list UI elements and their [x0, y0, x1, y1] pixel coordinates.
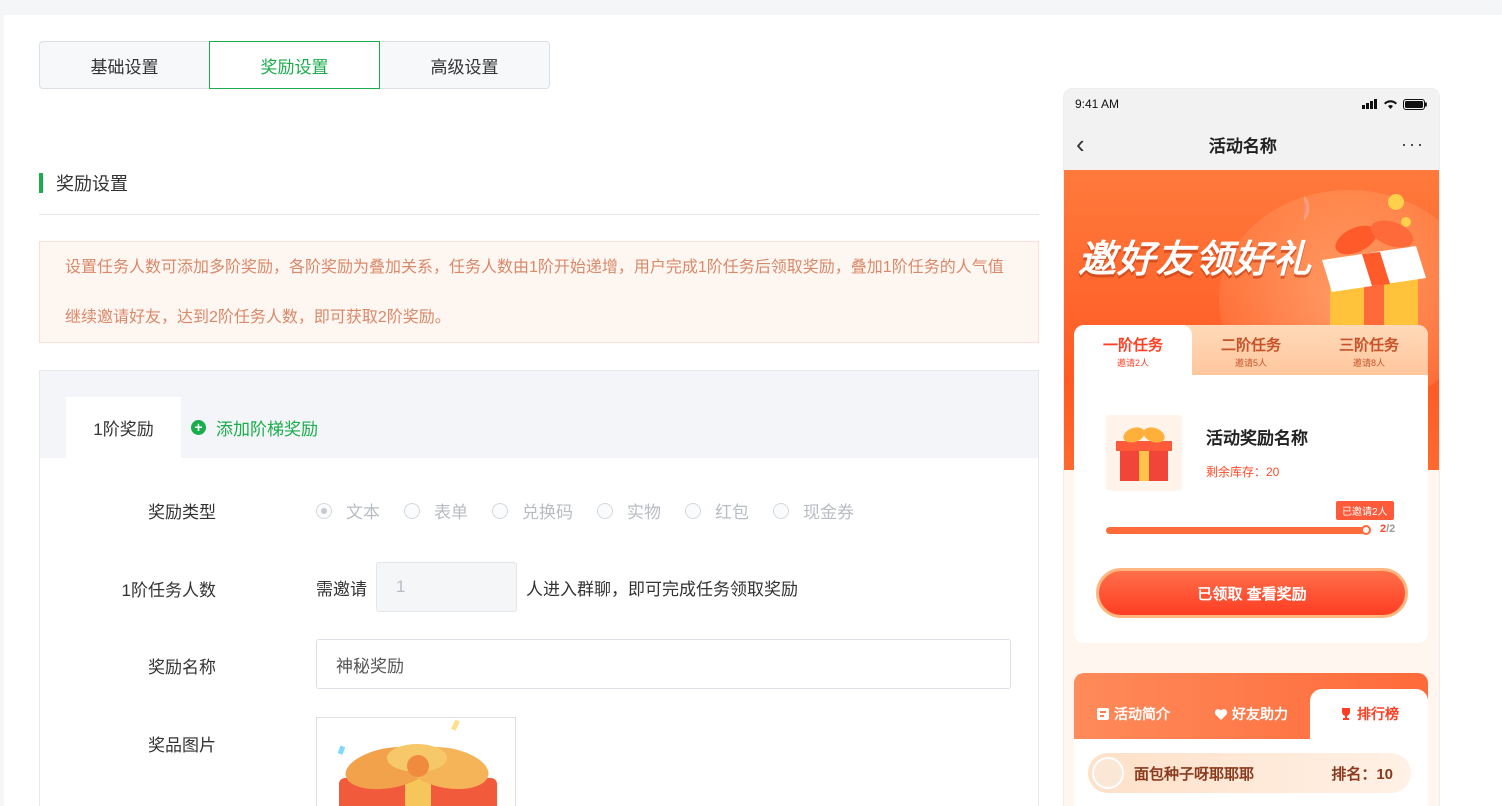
- info-tabs: 活动简介 好友助力 排行榜: [1074, 673, 1428, 739]
- invite-prefix: 需邀请: [316, 579, 367, 599]
- wifi-icon: [1384, 99, 1397, 109]
- invited-badge: 已邀请2人: [1336, 501, 1394, 520]
- invite-suffix: 人进入群聊，即可完成任务领取奖励: [526, 579, 798, 599]
- reward-type-label: 奖励类型: [148, 503, 216, 522]
- hero-title: 邀好友领好礼: [1078, 239, 1313, 281]
- radio-circle-icon: [492, 502, 508, 519]
- trophy-icon: [1342, 708, 1350, 720]
- reward-thumbnail: [1106, 415, 1182, 491]
- activity-title: 活动名称: [1208, 137, 1277, 156]
- level-tabs-bar: 1阶奖励 + 添加阶梯奖励: [40, 371, 1038, 458]
- progress-text: 2/2: [1380, 523, 1396, 535]
- reward-type-radio-group: 文本 表单 兑换码 实物 红包 现金券: [316, 498, 878, 523]
- view-reward-button[interactable]: 已领取 查看奖励: [1096, 568, 1408, 618]
- tab-leaderboard[interactable]: 排行榜: [1310, 689, 1428, 739]
- more-dots-icon[interactable]: ···: [1401, 134, 1425, 155]
- progress-dot: [1361, 525, 1371, 535]
- radio-redeem-code[interactable]: 兑换码: [492, 498, 573, 523]
- task-tab-1[interactable]: 一阶任务 邀请2人: [1074, 325, 1192, 375]
- radio-physical[interactable]: 实物: [597, 498, 661, 523]
- radio-cash-coupon[interactable]: 现金券: [773, 498, 854, 523]
- radio-circle-icon: [316, 502, 332, 519]
- stock-text: 剩余库存：20: [1206, 465, 1280, 479]
- radio-circle-icon: [597, 502, 613, 519]
- reward-name: 活动奖励名称: [1206, 429, 1308, 448]
- task-tab-3[interactable]: 三阶任务 邀请8人: [1310, 325, 1428, 375]
- prize-image-label: 奖品图片: [148, 736, 216, 755]
- rank-username: 面包种子呀耶耶耶: [1134, 765, 1255, 783]
- progress-bar: [1106, 525, 1371, 535]
- radio-circle-icon: [685, 502, 701, 519]
- radio-circle-icon: [773, 502, 789, 519]
- status-time: 9:41 AM: [1075, 97, 1120, 111]
- avatar: [1092, 757, 1124, 789]
- gift-box-illustration: [1304, 194, 1426, 332]
- tab-activity-intro[interactable]: 活动简介: [1074, 673, 1192, 739]
- radio-circle-icon: [404, 502, 420, 519]
- section-title-bar: [39, 173, 43, 193]
- heart-icon: [1214, 708, 1228, 720]
- section-title: 奖励设置: [39, 172, 128, 194]
- reward-name-input[interactable]: 神秘奖励: [316, 639, 1011, 689]
- info-card: 活动简介 好友助力 排行榜 面包种子呀耶耶耶 排名：10: [1074, 673, 1428, 806]
- section-divider: [39, 214, 1039, 215]
- task-card: 一阶任务 邀请2人 二阶任务 邀请5人 三阶任务 邀请8人 活动奖励名称 剩余库存：2…: [1074, 325, 1428, 643]
- reward-name-label: 奖励名称: [148, 658, 216, 677]
- invite-count-input[interactable]: 1: [376, 562, 517, 612]
- gift-image: [337, 719, 497, 806]
- plus-circle-icon: +: [191, 420, 206, 435]
- add-level-button[interactable]: + 添加阶梯奖励: [191, 415, 318, 440]
- gift-icon: [1116, 427, 1172, 481]
- level-tab-1[interactable]: 1阶奖励: [66, 397, 181, 458]
- signal-icon: [1362, 99, 1377, 109]
- tab-basic-settings[interactable]: 基础设置: [39, 41, 210, 89]
- notice-banner: 设置任务人数可添加多阶奖励，各阶奖励为叠加关系，任务人数由1阶开始递增，用户完成…: [39, 241, 1039, 343]
- tab-advanced-settings[interactable]: 高级设置: [379, 41, 550, 89]
- task-count-label: 1阶任务人数: [121, 581, 216, 600]
- radio-form[interactable]: 表单: [404, 498, 468, 523]
- back-chevron-icon[interactable]: ‹: [1076, 129, 1085, 160]
- tab-friend-help[interactable]: 好友助力: [1192, 673, 1310, 739]
- task-tab-2[interactable]: 二阶任务 邀请5人: [1192, 325, 1310, 375]
- info-icon: [1097, 708, 1109, 720]
- add-level-label: 添加阶梯奖励: [216, 420, 318, 439]
- status-bar: 9:41 AM: [1064, 89, 1439, 119]
- phone-preview: 9:41 AM ‹ 活动名称 ··· 邀好友领好礼 一阶任务 邀请2人 二阶任务…: [1064, 89, 1439, 806]
- settings-tabs: 基础设置 奖励设置 高级设置: [39, 41, 550, 89]
- section-title-text: 奖励设置: [56, 174, 128, 194]
- rank-row: 面包种子呀耶耶耶 排名：10: [1088, 753, 1411, 793]
- task-level-tabs: 一阶任务 邀请2人 二阶任务 邀请5人 三阶任务 邀请8人: [1074, 325, 1428, 375]
- battery-icon: [1403, 98, 1427, 110]
- rank-position: 排名：10: [1331, 765, 1393, 783]
- radio-text[interactable]: 文本: [316, 498, 380, 523]
- top-strip: [0, 0, 1502, 15]
- reward-panel: 1阶奖励 + 添加阶梯奖励 奖励类型 文本 表单 兑换码 实物 红包 现金券 1…: [39, 370, 1039, 806]
- invite-row: 需邀请 1 人进入群聊，即可完成任务领取奖励: [316, 562, 798, 612]
- prize-image-upload[interactable]: [316, 717, 516, 806]
- tab-reward-settings[interactable]: 奖励设置: [209, 41, 380, 89]
- phone-navbar: ‹ 活动名称 ···: [1064, 119, 1439, 170]
- radio-red-packet[interactable]: 红包: [685, 498, 749, 523]
